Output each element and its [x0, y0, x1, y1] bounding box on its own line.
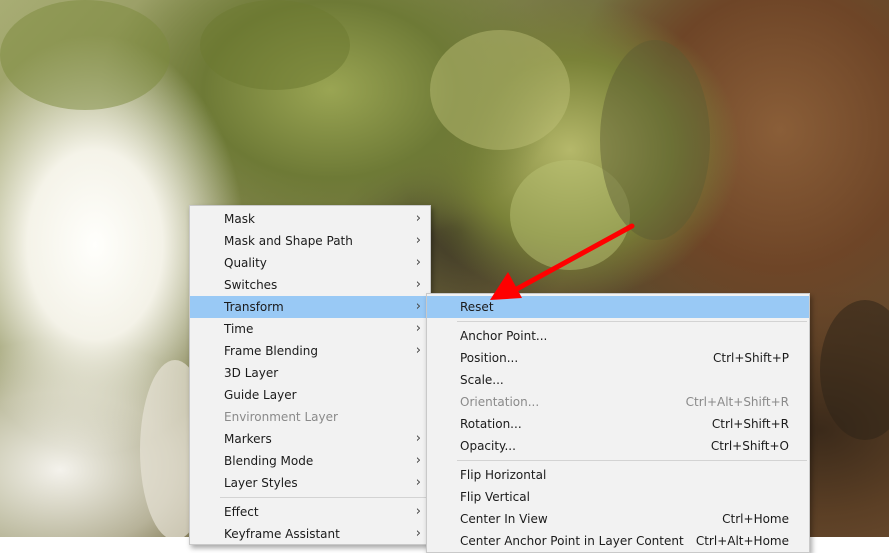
foliage-patch [430, 30, 570, 150]
menu-item-shortcut: Ctrl+Shift+P [713, 351, 789, 365]
menu-item-center-in-view[interactable]: Center In View Ctrl+Home [427, 508, 809, 530]
foliage-patch [0, 0, 170, 110]
menu-item-rotation[interactable]: Rotation... Ctrl+Shift+R [427, 413, 809, 435]
chevron-right-icon: › [415, 255, 421, 270]
foliage-patch [820, 300, 889, 440]
menu-item-keyframe-assistant[interactable]: Keyframe Assistant › [190, 523, 430, 544]
menu-item-label: Markers [224, 432, 272, 446]
menu-item-orientation: Orientation... Ctrl+Alt+Shift+R [427, 391, 809, 413]
menu-item-label: Orientation... [460, 395, 540, 409]
menu-separator [220, 497, 428, 498]
menu-item-position[interactable]: Position... Ctrl+Shift+P [427, 347, 809, 369]
menu-item-label: Position... [460, 351, 519, 365]
menu-item-label: Mask and Shape Path [224, 234, 353, 248]
layer-context-menu: Mask › Mask and Shape Path › Quality › Switche… [189, 205, 431, 545]
menu-item-mask-and-shape-path[interactable]: Mask and Shape Path › [190, 230, 430, 252]
menu-item-label: Keyframe Assistant [224, 527, 340, 541]
menu-item-scale[interactable]: Scale... [427, 369, 809, 391]
menu-item-label: Switches [224, 278, 278, 292]
menu-item-label: Layer Styles [224, 476, 298, 490]
menu-item-label: Effect [224, 505, 259, 519]
menu-item-blending-mode[interactable]: Blending Mode › [190, 450, 430, 472]
menu-separator [457, 321, 807, 322]
chevron-right-icon: › [415, 211, 421, 226]
menu-item-shortcut: Ctrl+Alt+Shift+R [685, 395, 789, 409]
menu-item-environment-layer: Environment Layer [190, 406, 430, 428]
menu-item-label: Center In View [460, 512, 548, 526]
chevron-right-icon: › [415, 431, 421, 446]
menu-item-label: Reset [460, 300, 494, 314]
menu-item-label: Time [224, 322, 254, 336]
chevron-right-icon: › [415, 475, 421, 490]
foliage-patch [600, 40, 710, 240]
transform-submenu: Reset Anchor Point... Position... Ctrl+Shif… [426, 293, 810, 553]
menu-item-label: Guide Layer [224, 388, 297, 402]
chevron-right-icon: › [415, 453, 421, 468]
menu-item-transform[interactable]: Transform › [190, 296, 430, 318]
chevron-right-icon: › [415, 233, 421, 248]
menu-item-time[interactable]: Time › [190, 318, 430, 340]
menu-item-center-anchor-point-in-layer-content[interactable]: Center Anchor Point in Layer Content Ctrl… [427, 530, 809, 552]
menu-item-quality[interactable]: Quality › [190, 252, 430, 274]
menu-item-shortcut: Ctrl+Home [722, 512, 789, 526]
menu-item-3d-layer[interactable]: 3D Layer [190, 362, 430, 384]
menu-item-label: Quality [224, 256, 267, 270]
menu-item-label: Flip Horizontal [460, 468, 547, 482]
menu-item-opacity[interactable]: Opacity... Ctrl+Shift+O [427, 435, 809, 457]
menu-item-guide-layer[interactable]: Guide Layer [190, 384, 430, 406]
menu-item-label: Environment Layer [224, 410, 338, 424]
menu-item-label: Anchor Point... [460, 329, 548, 343]
menu-separator [457, 460, 807, 461]
menu-item-reset[interactable]: Reset [427, 296, 809, 318]
menu-item-anchor-point[interactable]: Anchor Point... [427, 325, 809, 347]
menu-item-switches[interactable]: Switches › [190, 274, 430, 296]
menu-item-frame-blending[interactable]: Frame Blending › [190, 340, 430, 362]
menu-item-flip-vertical[interactable]: Flip Vertical [427, 486, 809, 508]
chevron-right-icon: › [415, 321, 421, 336]
menu-item-label: 3D Layer [224, 366, 279, 380]
menu-item-label: Flip Vertical [460, 490, 530, 504]
menu-item-label: Frame Blending [224, 344, 318, 358]
chevron-right-icon: › [415, 504, 421, 519]
menu-item-label: Center Anchor Point in Layer Content [460, 534, 684, 548]
chevron-right-icon: › [415, 277, 421, 292]
menu-item-effect[interactable]: Effect › [190, 501, 430, 523]
foliage-patch [200, 0, 350, 90]
menu-item-flip-horizontal[interactable]: Flip Horizontal [427, 464, 809, 486]
menu-item-markers[interactable]: Markers › [190, 428, 430, 450]
chevron-right-icon: › [415, 343, 421, 358]
menu-item-shortcut: Ctrl+Shift+R [711, 417, 789, 431]
menu-item-layer-styles[interactable]: Layer Styles › [190, 472, 430, 494]
menu-item-label: Opacity... [460, 439, 516, 453]
menu-item-label: Transform [224, 300, 284, 314]
menu-item-label: Scale... [460, 373, 504, 387]
menu-item-label: Blending Mode [224, 454, 314, 468]
menu-item-label: Rotation... [460, 417, 522, 431]
menu-item-mask[interactable]: Mask › [190, 208, 430, 230]
menu-item-label: Mask [224, 212, 255, 226]
menu-item-shortcut: Ctrl+Shift+O [710, 439, 789, 453]
menu-item-shortcut: Ctrl+Alt+Home [695, 534, 789, 548]
chevron-right-icon: › [415, 299, 421, 314]
chevron-right-icon: › [415, 526, 421, 541]
